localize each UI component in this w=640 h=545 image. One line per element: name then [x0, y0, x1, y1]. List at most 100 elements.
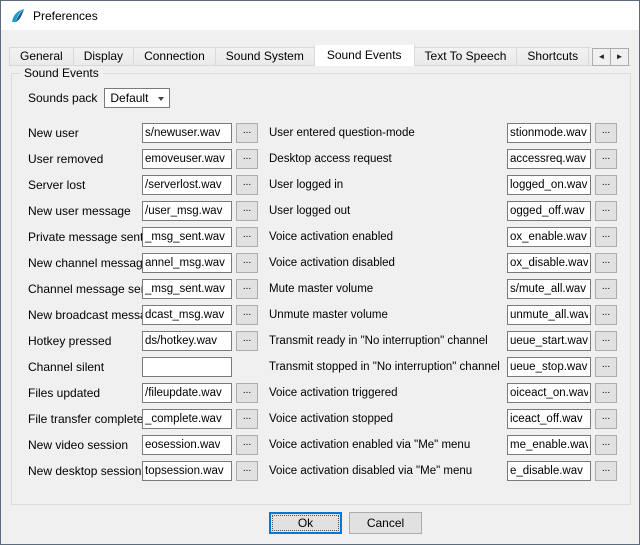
browse-button[interactable]: ...: [236, 409, 258, 429]
browse-button[interactable]: ...: [595, 175, 617, 195]
sound-file-input[interactable]: [507, 331, 591, 351]
app-icon: [10, 8, 26, 24]
sound-event-label: Voice activation enabled: [269, 231, 507, 243]
sound-file-input[interactable]: [507, 305, 591, 325]
browse-button[interactable]: ...: [236, 149, 258, 169]
sound-file-input[interactable]: [507, 123, 591, 143]
sound-file-input[interactable]: [507, 383, 591, 403]
tab-general[interactable]: General: [9, 47, 74, 65]
sound-file-input[interactable]: [142, 383, 232, 403]
tab-shortcuts[interactable]: Shortcuts: [516, 47, 589, 65]
sound-file-input[interactable]: [507, 357, 591, 377]
tab-video[interactable]: Video: [588, 47, 591, 65]
sound-event-label: Transmit ready in "No interruption" chan…: [269, 335, 507, 347]
sound-events-left-column: New user ... User removed ... Server los…: [28, 120, 269, 484]
sound-event-label: New desktop session: [28, 464, 142, 478]
sound-event-label: Mute master volume: [269, 283, 507, 295]
sound-file-input[interactable]: [142, 435, 232, 455]
browse-button[interactable]: ...: [595, 331, 617, 351]
sound-file-input[interactable]: [142, 279, 232, 299]
sound-file-input[interactable]: [507, 279, 591, 299]
browse-button[interactable]: ...: [595, 461, 617, 481]
browse-button[interactable]: ...: [595, 123, 617, 143]
sound-file-input[interactable]: [507, 461, 591, 481]
sound-event-label: Voice activation enabled via "Me" menu: [269, 439, 507, 451]
sound-event-label: Unmute master volume: [269, 309, 507, 321]
browse-button[interactable]: ...: [236, 253, 258, 273]
sound-file-input[interactable]: [142, 123, 232, 143]
sound-events-right-column: User entered question-mode ... Desktop a…: [269, 120, 626, 484]
browse-button[interactable]: ...: [236, 175, 258, 195]
tab-scroll-buttons: ◄ ►: [592, 48, 629, 66]
sound-file-input[interactable]: [507, 175, 591, 195]
sound-file-input[interactable]: [507, 201, 591, 221]
sound-file-input[interactable]: [142, 253, 232, 273]
browse-button[interactable]: ...: [595, 227, 617, 247]
sound-file-input[interactable]: [142, 409, 232, 429]
sound-file-input[interactable]: [142, 227, 232, 247]
tab-scroll-right-button[interactable]: ►: [610, 48, 629, 66]
tab-scroll-left-button[interactable]: ◄: [592, 48, 611, 66]
browse-button[interactable]: ...: [595, 435, 617, 455]
ok-button[interactable]: Ok: [269, 512, 342, 534]
browse-button[interactable]: ...: [595, 409, 617, 429]
browse-button[interactable]: ...: [236, 279, 258, 299]
browse-button[interactable]: ...: [236, 331, 258, 351]
row-voice-activation-enabled-me-menu: Voice activation enabled via "Me" menu .…: [269, 432, 626, 458]
sound-file-input[interactable]: [142, 305, 232, 325]
sound-file-input[interactable]: [142, 461, 232, 481]
sound-file-input[interactable]: [507, 149, 591, 169]
browse-button[interactable]: ...: [236, 435, 258, 455]
dialog-content: General Display Connection Sound System …: [1, 30, 639, 544]
browse-button[interactable]: ...: [236, 201, 258, 221]
browse-button[interactable]: ...: [236, 227, 258, 247]
sound-event-label: User entered question-mode: [269, 127, 507, 139]
tab-sound-events[interactable]: Sound Events: [314, 45, 415, 66]
sounds-pack-label: Sounds pack: [28, 91, 97, 105]
sound-file-input[interactable]: [507, 409, 591, 429]
tab-text-to-speech[interactable]: Text To Speech: [414, 47, 518, 65]
sound-event-label: Files updated: [28, 386, 142, 400]
browse-button[interactable]: ...: [595, 383, 617, 403]
sound-file-input[interactable]: [142, 175, 232, 195]
browse-button[interactable]: ...: [595, 357, 617, 377]
sound-event-label: Channel message sent: [28, 282, 142, 296]
sound-file-input[interactable]: [142, 357, 232, 377]
sound-event-label: User logged out: [269, 205, 507, 217]
sounds-pack-row: Sounds pack Default: [28, 88, 630, 108]
tab-display[interactable]: Display: [73, 47, 134, 65]
sound-file-input[interactable]: [507, 227, 591, 247]
sound-file-input[interactable]: [142, 149, 232, 169]
row-channel-message-sent: Channel message sent ...: [28, 276, 269, 302]
row-transmit-stopped: Transmit stopped in "No interruption" ch…: [269, 354, 626, 380]
browse-button[interactable]: ...: [595, 201, 617, 221]
sound-event-label: Transmit stopped in "No interruption" ch…: [269, 361, 507, 373]
sound-file-input[interactable]: [507, 435, 591, 455]
sound-event-label: New broadcast message: [28, 308, 142, 322]
sounds-pack-select[interactable]: Default: [104, 88, 170, 108]
row-voice-activation-disabled: Voice activation disabled ...: [269, 250, 626, 276]
sound-event-label: Voice activation disabled via "Me" menu: [269, 465, 507, 477]
tab-sound-system[interactable]: Sound System: [215, 47, 315, 65]
cancel-button[interactable]: Cancel: [349, 512, 422, 534]
row-desktop-access-request: Desktop access request ...: [269, 146, 626, 172]
sound-event-label: New channel message: [28, 256, 142, 270]
browse-button[interactable]: ...: [595, 149, 617, 169]
sound-file-input[interactable]: [507, 253, 591, 273]
browse-button[interactable]: ...: [595, 305, 617, 325]
browse-button[interactable]: ...: [595, 279, 617, 299]
sound-file-input[interactable]: [142, 331, 232, 351]
row-voice-activation-triggered: Voice activation triggered ...: [269, 380, 626, 406]
row-private-message-sent: Private message sent ...: [28, 224, 269, 250]
sound-file-input[interactable]: [142, 201, 232, 221]
browse-button[interactable]: ...: [236, 123, 258, 143]
sound-event-label: File transfer complete: [28, 412, 142, 426]
browse-button[interactable]: ...: [236, 383, 258, 403]
row-user-logged-out: User logged out ...: [269, 198, 626, 224]
tab-connection[interactable]: Connection: [133, 47, 216, 65]
sound-event-label: Hotkey pressed: [28, 334, 142, 348]
browse-button[interactable]: ...: [236, 305, 258, 325]
browse-button[interactable]: ...: [595, 253, 617, 273]
preferences-dialog: Preferences General Display Connection S…: [0, 0, 640, 545]
browse-button[interactable]: ...: [236, 461, 258, 481]
